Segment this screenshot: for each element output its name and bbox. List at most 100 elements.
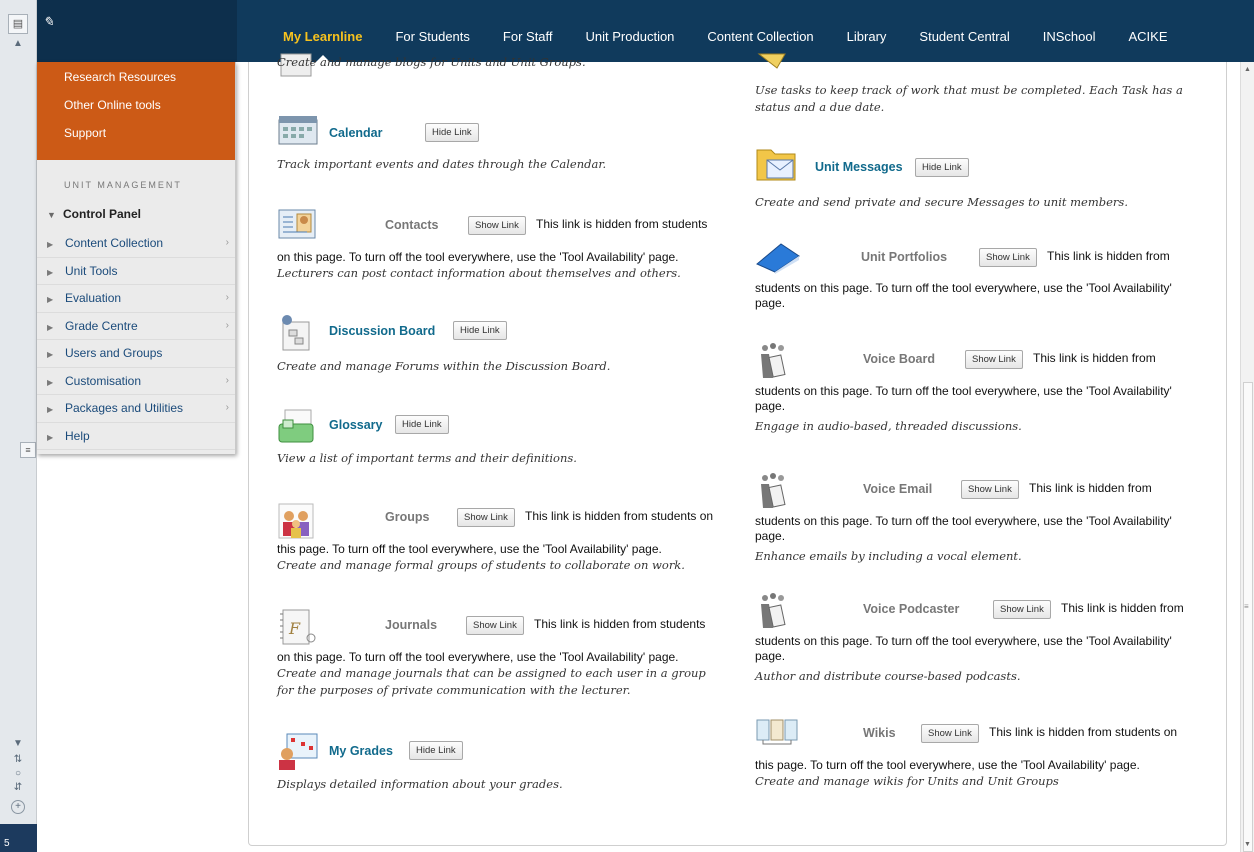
scroll-down-icon[interactable]: ▼ — [1244, 841, 1251, 848]
show-link-button[interactable]: Show Link — [979, 248, 1037, 267]
unit-management-title: UNIT MANAGEMENT — [64, 180, 182, 190]
tool-link-discussion[interactable]: Discussion Board — [329, 324, 435, 338]
collapsed-triangle-icon: ▶ — [47, 432, 54, 442]
hidden-note: This link is hidden from students — [536, 217, 708, 231]
submenu-chevron-icon[interactable]: › — [226, 285, 229, 311]
menu-link-support[interactable]: Support — [37, 123, 235, 151]
menu-link-research-resources[interactable]: Research Resources — [37, 67, 235, 95]
hidden-note-wrap: this page. To turn off the tool everywhe… — [277, 542, 662, 556]
control-panel-item-unit-tools[interactable]: ▶ Unit Tools — [37, 258, 235, 285]
hide-link-button[interactable]: Hide Link — [915, 158, 969, 177]
submenu-chevron-icon[interactable]: › — [226, 313, 229, 339]
messages-icon[interactable] — [755, 144, 799, 181]
submenu-chevron-icon[interactable]: › — [226, 395, 229, 421]
nav-tab-for-staff[interactable]: For Staff — [503, 0, 553, 62]
hide-link-button[interactable]: Hide Link — [425, 123, 479, 142]
wiki-icon[interactable] — [755, 716, 799, 750]
collapsed-triangle-icon: ▶ — [47, 350, 54, 359]
top-navigation: ✎ My Learnline For Students For Staff Unit … — [37, 0, 1254, 62]
nav-tab-acike[interactable]: ACIKE — [1129, 0, 1168, 62]
calendar-icon[interactable] — [277, 114, 321, 148]
control-panel-item-users-and-groups[interactable]: ▶ Users and Groups — [37, 340, 235, 368]
control-panel-item-customisation[interactable]: ▶ Customisation › — [37, 368, 235, 395]
nav-tab-unit-production[interactable]: Unit Production — [586, 0, 675, 62]
voice-email-icon[interactable] — [755, 472, 799, 508]
show-link-button[interactable]: Show Link — [961, 480, 1019, 499]
hidden-note: This link is hidden from — [1033, 351, 1156, 365]
nav-tab-library[interactable]: Library — [847, 0, 887, 62]
tool-link-calendar[interactable]: Calendar — [329, 126, 383, 140]
menu-link-other-online-tools[interactable]: Other Online tools — [37, 95, 235, 123]
page-scrollbar[interactable]: ▲ ≡ ▼ — [1240, 62, 1254, 852]
control-panel-item-evaluation[interactable]: ▶ Evaluation › — [37, 285, 235, 313]
scroll-down-icon[interactable]: ▼ — [10, 738, 26, 749]
tool-description: Create and manage blogs for Units and Un… — [277, 55, 586, 69]
control-panel-item-label: Customisation — [65, 373, 142, 388]
portfolio-icon[interactable] — [755, 240, 800, 274]
groups-icon[interactable] — [277, 500, 321, 539]
control-panel-item-help[interactable]: ▶ Help — [37, 423, 235, 450]
expand-icon[interactable]: ⇅ — [10, 754, 26, 765]
tool-description: Create and manage journals that can be a… — [277, 666, 706, 697]
grip-icon: ≡ — [1244, 602, 1249, 611]
tool-description: Create and manage Forums within the Disc… — [277, 359, 611, 373]
discussion-board-icon[interactable] — [277, 312, 321, 351]
nav-tabs: My Learnline For Students For Staff Unit Pr… — [283, 0, 1201, 62]
contacts-icon[interactable] — [277, 208, 321, 242]
circle-icon[interactable]: ○ — [10, 768, 26, 779]
grades-icon[interactable] — [277, 732, 321, 770]
page-icon[interactable]: ▤ — [8, 14, 28, 34]
left-gutter: ▤ ▲ ≡ ▼ ⇅ ○ ⇵ + 5 — [0, 0, 37, 852]
list-icon[interactable]: ≡ — [20, 442, 36, 458]
hidden-note-wrap: this page. To turn off the tool everywhe… — [755, 758, 1140, 772]
tool-link-journals[interactable]: Journals — [385, 618, 437, 632]
tool-link-voiceboard[interactable]: Voice Board — [863, 352, 935, 366]
journal-icon[interactable]: F — [277, 608, 321, 645]
hide-link-button[interactable]: Hide Link — [395, 415, 449, 434]
collapsed-triangle-icon: ▶ — [47, 405, 54, 414]
tool-link-wikis[interactable]: Wikis — [863, 726, 896, 740]
show-link-button[interactable]: Show Link — [468, 216, 526, 235]
control-panel-label: Control Panel — [63, 207, 142, 221]
add-icon[interactable]: + — [11, 800, 25, 814]
hidden-note: This link is hidden from — [1029, 481, 1152, 495]
hide-link-button[interactable]: Hide Link — [409, 741, 463, 760]
scroll-up-icon[interactable]: ▲ — [1244, 66, 1251, 73]
submenu-chevron-icon[interactable]: › — [226, 368, 229, 394]
show-link-button[interactable]: Show Link — [457, 508, 515, 527]
glossary-icon[interactable] — [277, 406, 321, 443]
collapse-up-icon[interactable]: ▲ — [10, 38, 26, 49]
nav-tab-for-students[interactable]: For Students — [395, 0, 469, 62]
tool-link-glossary[interactable]: Glossary — [329, 418, 383, 432]
voice-podcaster-icon[interactable] — [755, 592, 799, 628]
show-link-button[interactable]: Show Link — [921, 724, 979, 743]
nav-tab-inschool[interactable]: INSchool — [1043, 0, 1096, 62]
hide-link-button[interactable]: Hide Link — [453, 321, 507, 340]
show-link-button[interactable]: Show Link — [993, 600, 1051, 619]
control-panel-item-label: Unit Tools — [65, 263, 118, 278]
submenu-chevron-icon[interactable]: › — [226, 230, 229, 256]
edit-mode-pencil-icon[interactable]: ✎ — [43, 14, 54, 30]
collapse-icon[interactable]: ⇵ — [10, 782, 26, 793]
tool-link-podcaster[interactable]: Voice Podcaster — [863, 602, 959, 616]
tool-link-voiceemail[interactable]: Voice Email — [863, 482, 932, 496]
control-panel-item-grade-centre[interactable]: ▶ Grade Centre › — [37, 313, 235, 340]
control-panel-item-label: Content Collection — [65, 236, 164, 250]
show-link-button[interactable]: Show Link — [965, 350, 1023, 369]
collapsed-triangle-icon: ▶ — [47, 240, 54, 249]
tool-link-contacts[interactable]: Contacts — [385, 218, 438, 232]
control-panel-header[interactable]: ▼ Control Panel — [37, 204, 235, 230]
nav-tab-student-central[interactable]: Student Central — [919, 0, 1009, 62]
tool-link-messages[interactable]: Unit Messages — [815, 160, 903, 174]
tool-link-grades[interactable]: My Grades — [329, 744, 393, 758]
tasks-icon — [755, 52, 799, 86]
tool-link-portfolios[interactable]: Unit Portfolios — [861, 250, 947, 264]
voice-board-icon[interactable] — [755, 342, 799, 378]
show-link-button[interactable]: Show Link — [466, 616, 524, 635]
tool-description: View a list of important terms and their… — [277, 451, 577, 465]
scrollbar-thumb[interactable] — [1243, 382, 1253, 852]
control-panel-item-content-collection[interactable]: ▶ Content Collection › — [37, 230, 235, 258]
control-panel-item-packages-and-utilities[interactable]: ▶ Packages and Utilities › — [37, 395, 235, 423]
tool-link-groups[interactable]: Groups — [385, 510, 429, 524]
collapsed-triangle-icon: ▶ — [47, 322, 54, 332]
